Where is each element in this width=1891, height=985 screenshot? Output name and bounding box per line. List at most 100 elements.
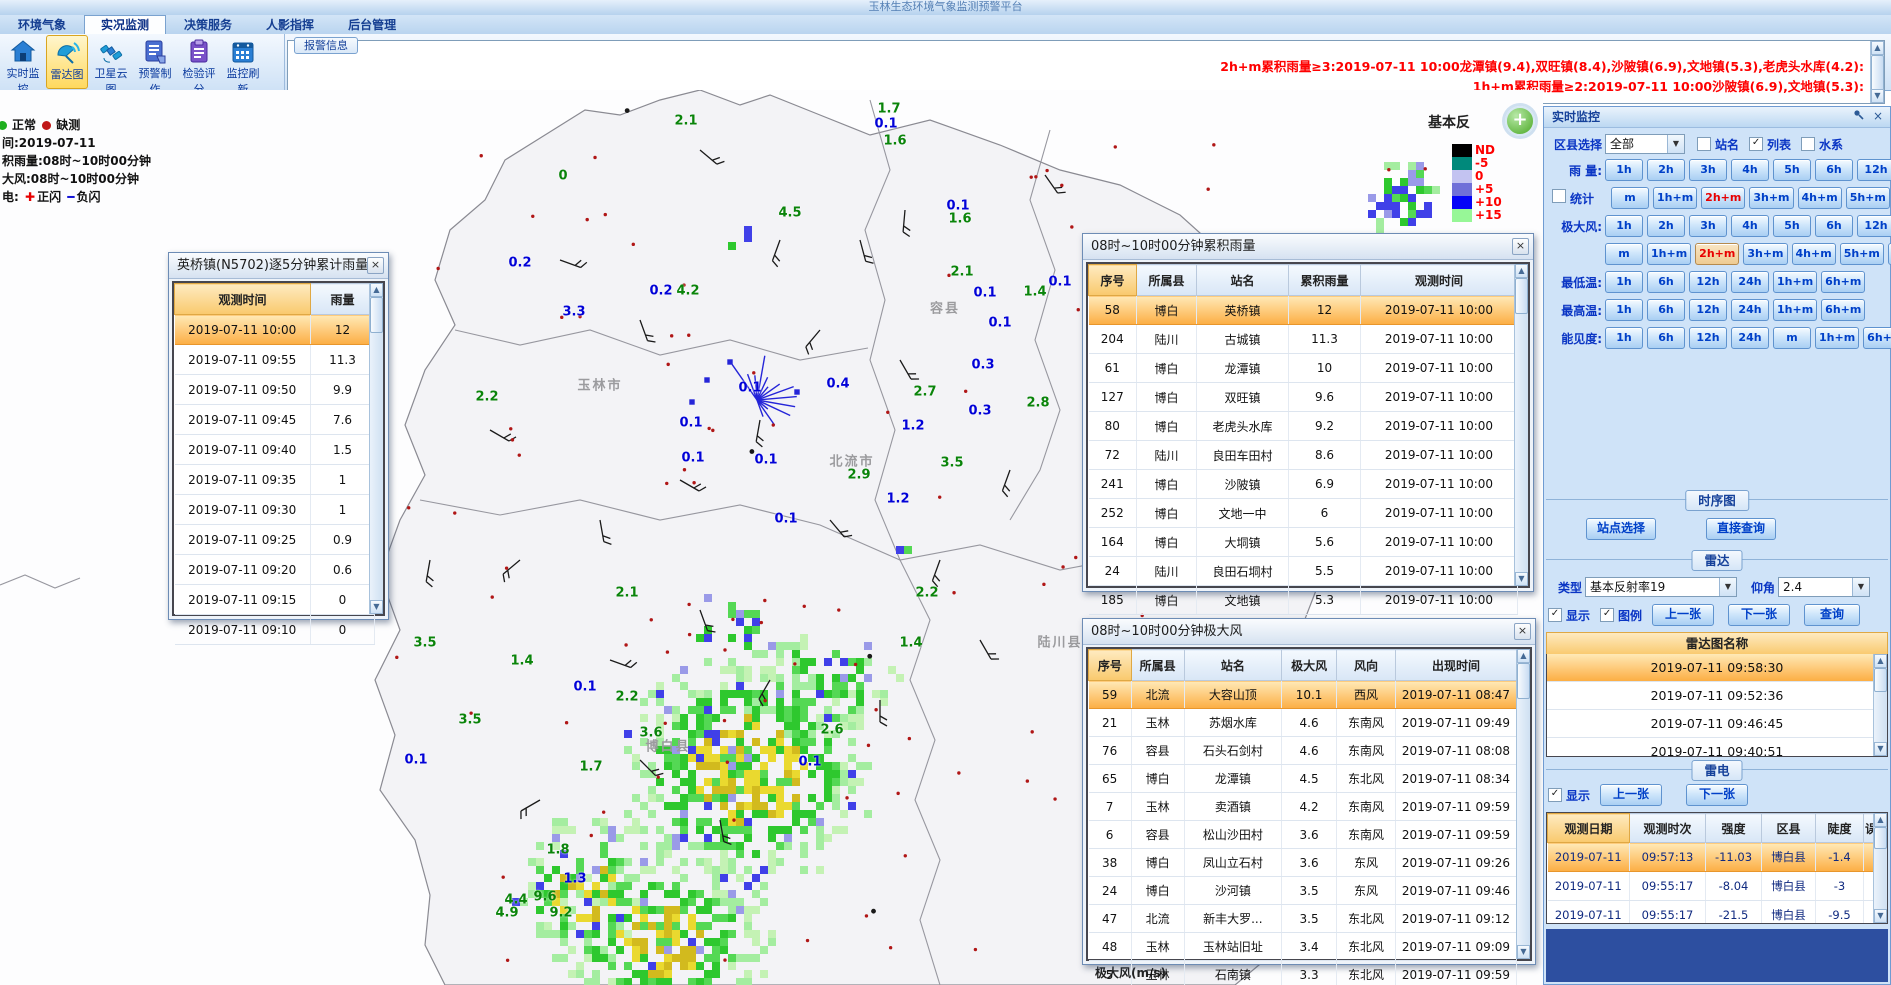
table-row[interactable]: 24陆川良田石垌村5.52019-07-11 10:00 [1089,557,1518,586]
range-button-6h[interactable]: 6h [1647,271,1685,293]
popup-title[interactable]: 08时~10时00分钟极大风 [1083,619,1535,645]
range-button-6h[interactable]: 6h [1815,215,1853,237]
range-button-12h[interactable]: 12h [1857,215,1891,237]
table-row[interactable]: 241博白沙陂镇6.92019-07-11 10:00 [1089,470,1518,499]
close-icon[interactable]: × [1870,109,1886,123]
scroll-thumb[interactable] [370,297,383,333]
range-button-2h[interactable]: 2h [1647,159,1685,181]
table-row[interactable]: 7玉林卖酒镇4.2东南风2019-07-11 09:59 [1089,793,1517,821]
radar-image-item[interactable]: 2019-07-11 09:52:36 [1547,682,1887,710]
scroll-up-icon[interactable]: ▲ [1874,813,1887,827]
range-button-6h+m[interactable]: 6h+m [1821,271,1865,293]
table-row[interactable]: 76容县石头石剑村4.6东南风2019-07-11 08:08 [1089,737,1517,765]
toolbar-button-卫星云图[interactable]: 卫星云图 [90,35,132,87]
table-row[interactable]: 72陆川良田车田村8.62019-07-11 10:00 [1089,441,1518,470]
scroll-up-icon[interactable]: ▲ [370,283,383,297]
range-button-12h[interactable]: 12h [1689,299,1727,321]
toolbar-button-监控刷新[interactable]: 监控刷新 [222,35,264,87]
scroll-down-icon[interactable]: ▼ [1874,742,1887,756]
scroll-up-icon[interactable]: ▲ [1874,654,1887,668]
range-button-1h+m[interactable]: 1h+m [1773,271,1817,293]
checkbox-站名[interactable] [1697,137,1711,151]
button-上一张[interactable]: 上一张 [1652,604,1714,626]
checkbox-图例[interactable]: ✓ [1600,608,1614,622]
popup-title[interactable]: 08时~10时00分钟累积雨量 [1083,234,1533,260]
range-button-5h+m[interactable]: 5h+m [1840,243,1884,265]
alert-scrollbar[interactable]: ▲ ▼ [1870,41,1884,103]
table-row[interactable]: 59北流大容山顶10.1西风2019-07-11 08:47 [1089,681,1517,709]
scroll-thumb[interactable] [1874,668,1887,692]
range-button-12h[interactable]: 12h [1857,159,1891,181]
scroll-up-icon[interactable]: ▲ [1517,649,1530,663]
table-row[interactable]: 2019-07-1109:57:13-11.03博白县-1.4 [1548,843,1879,872]
range-button-1h[interactable]: 1h [1605,159,1643,181]
table-row[interactable]: 2019-07-11 09:351 [175,465,375,495]
scroll-down-icon[interactable]: ▼ [1517,945,1530,959]
range-button-2h+m[interactable]: 2h+m [1695,243,1739,265]
range-button-2h[interactable]: 2h [1647,215,1685,237]
table-row[interactable]: 65博白龙潭镇4.5东北风2019-07-11 08:34 [1089,765,1517,793]
close-icon[interactable]: × [367,257,384,274]
table-row[interactable]: 2019-07-11 09:401.5 [175,435,375,465]
range-button-5h+m[interactable]: 5h+m [1846,187,1890,209]
button-下一张[interactable]: 下一张 [1728,604,1790,626]
range-button-5h[interactable]: 5h [1773,159,1811,181]
range-button-m[interactable]: m [1611,187,1649,209]
chevron-down-icon[interactable]: ▼ [1719,578,1736,596]
table-row[interactable]: 24博白沙河镇3.5东风2019-07-11 09:46 [1089,877,1517,905]
table-row[interactable]: 252博白文地一中62019-07-11 10:00 [1089,499,1518,528]
toolbar-button-实时监控[interactable]: 实时监控 [2,35,44,87]
radar-type-select[interactable]: 基本反射率19▼ [1585,577,1737,597]
range-button-2h+m[interactable]: 2h+m [1701,187,1745,209]
table-row[interactable]: 2019-07-1109:55:17-21.5博白县-9.5 [1548,901,1879,925]
popup-scrollbar[interactable]: ▲ ▼ [1514,264,1528,586]
range-button-24h[interactable]: 24h [1731,327,1769,349]
scroll-down-icon[interactable]: ▼ [1871,89,1884,103]
popup-station-rain[interactable]: 英桥镇(N5702)逐5分钟累计雨量 × 观测时间雨量2019-07-11 10… [168,252,389,620]
scroll-down-icon[interactable]: ▼ [370,600,383,614]
scroll-thumb[interactable] [1874,827,1887,849]
checkbox-列表[interactable]: ✓ [1749,137,1763,151]
table-row[interactable]: 2019-07-11 09:5511.3 [175,345,375,375]
button-站点选择[interactable]: 站点选择 [1586,518,1656,540]
range-button-1h+m[interactable]: 1h+m [1773,299,1817,321]
table-row[interactable]: 80博白老虎头水库9.22019-07-11 10:00 [1089,412,1518,441]
toolbar-button-预警制作[interactable]: 预警制作 [134,35,176,87]
table-row[interactable]: 127博白双旺镇9.62019-07-11 10:00 [1089,383,1518,412]
menu-tab-决策服务[interactable]: 决策服务 [168,16,248,34]
table-row[interactable]: 2019-07-11 09:509.9 [175,375,375,405]
table-row[interactable]: 2019-07-11 09:301 [175,495,375,525]
table-row[interactable]: 48玉林玉林站旧址3.4东北风2019-07-11 09:09 [1089,933,1517,961]
menu-tab-环境气象[interactable]: 环境气象 [2,16,82,34]
range-button-6h[interactable]: 6h [1815,159,1853,181]
table-row[interactable]: 2019-07-11 09:100 [175,615,375,645]
table-row[interactable]: 21玉林苏烟水库4.6东南风2019-07-11 09:49 [1089,709,1517,737]
radar-image-item[interactable]: 2019-07-11 09:46:45 [1547,710,1887,738]
table-row[interactable]: 2019-07-1109:55:17-8.04博白县-3 [1548,872,1879,901]
scroll-thumb[interactable] [1515,278,1528,314]
table-row[interactable]: 2019-07-11 09:250.9 [175,525,375,555]
range-button-1h[interactable]: 1h [1605,271,1643,293]
range-button-1h+m[interactable]: 1h+m [1815,327,1859,349]
range-button-12h[interactable]: 12h [1689,327,1727,349]
range-button-4h[interactable]: 4h [1731,215,1769,237]
range-button-6h+m[interactable]: 6h+m [1863,327,1891,349]
menu-tab-后台管理[interactable]: 后台管理 [332,16,412,34]
button-下一张[interactable]: 下一张 [1686,784,1748,806]
chevron-down-icon[interactable]: ▼ [1852,578,1869,596]
range-button-m[interactable]: m [1605,243,1643,265]
chevron-down-icon[interactable]: ▼ [1667,135,1684,153]
scroll-down-icon[interactable]: ▼ [1515,572,1528,586]
range-button-1h[interactable]: 1h [1605,215,1643,237]
toolbar-button-检验评分[interactable]: 检验评分 [178,35,220,87]
checkbox-水系[interactable] [1801,137,1815,151]
range-button-1h[interactable]: 1h [1605,299,1643,321]
table-row[interactable]: 47北流新丰大罗...3.5东北风2019-07-11 09:12 [1089,905,1517,933]
range-button-24h[interactable]: 24h [1731,271,1769,293]
table-row[interactable]: 2019-07-11 09:150 [175,585,375,615]
range-button-1h[interactable]: 1h [1605,327,1643,349]
table-row[interactable]: 185博白文地镇5.32019-07-11 10:00 [1089,586,1518,615]
table-row[interactable]: 5玉林石南镇3.3东北风2019-07-11 09:59 [1089,961,1517,985]
range-button-3h[interactable]: 3h [1689,159,1727,181]
range-button-3h+m[interactable]: 3h+m [1743,243,1787,265]
